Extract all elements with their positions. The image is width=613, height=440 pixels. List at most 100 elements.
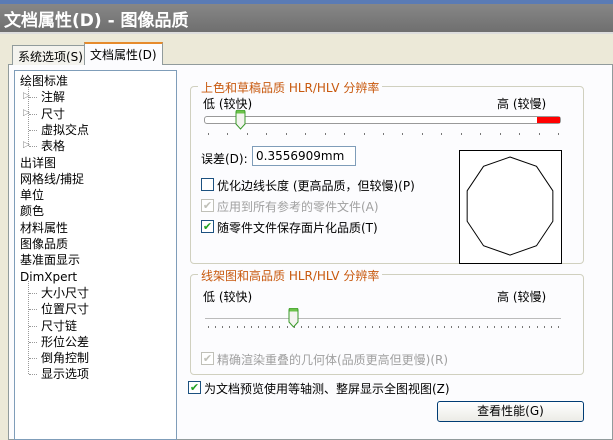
tick-mark — [227, 133, 229, 135]
tick-mark — [343, 326, 345, 328]
tick-mark — [372, 326, 374, 328]
tree-item[interactable]: 尺寸链 — [39, 318, 79, 334]
wireframe-slider[interactable] — [205, 318, 561, 319]
tick-mark — [538, 133, 540, 135]
tick-mark — [436, 326, 438, 328]
tessellation-preview — [459, 150, 562, 264]
preview-iso-checkbox[interactable]: ✔ — [188, 381, 201, 394]
tick-mark — [508, 326, 509, 328]
tree-item[interactable]: 位置尺寸 — [39, 301, 91, 317]
tree-connector — [29, 113, 37, 115]
tick-mark — [250, 326, 252, 328]
tick-mark — [422, 326, 424, 328]
tree-connector — [29, 325, 37, 327]
wireframe-low-label: 低 (较快) — [203, 290, 253, 304]
tick-mark — [499, 133, 501, 135]
tree-item[interactable]: 虚拟交点 — [39, 122, 91, 138]
tree-connector — [29, 146, 37, 148]
tick-mark — [429, 326, 431, 328]
tick-mark — [285, 133, 287, 135]
apply-all-checkbox[interactable]: ✔ — [201, 199, 214, 212]
tick-mark — [265, 326, 267, 328]
tree-item[interactable]: 材料属性 — [18, 220, 70, 236]
optimize-label: 优化边线长度 (更高品质，但较慢)(P) — [217, 179, 415, 193]
tick-mark — [522, 326, 524, 328]
tab-document-properties[interactable]: 文档属性(D) — [84, 42, 163, 65]
tick-mark — [215, 326, 217, 328]
tick-mark — [279, 326, 281, 328]
tick-mark — [393, 326, 395, 328]
tick-mark — [558, 326, 559, 328]
tick-mark — [308, 326, 309, 328]
save-tess-checkbox[interactable]: ✔ — [201, 220, 214, 233]
tick-mark — [379, 326, 381, 328]
tick-mark — [322, 326, 324, 328]
tree-item[interactable]: 尺寸 — [39, 106, 67, 122]
tick-mark — [300, 326, 302, 328]
wireframe-slider-thumb[interactable] — [288, 308, 299, 328]
apply-all-label: 应用到所有参考的零件文件(A) — [217, 200, 379, 214]
tab-system-options[interactable]: 系统选项(S) — [12, 45, 89, 65]
tick-mark — [465, 326, 467, 328]
tick-mark — [479, 326, 481, 328]
tree-item[interactable]: 注解 — [39, 89, 67, 105]
tree-item[interactable]: 大小尺寸 — [39, 285, 91, 301]
tick-mark — [441, 133, 443, 135]
tree-connector — [29, 309, 37, 311]
tree-connector — [29, 292, 37, 294]
tick-mark — [358, 326, 359, 328]
tree-connector — [29, 97, 37, 99]
tree-item[interactable]: 基准面显示 — [18, 252, 82, 268]
tree-item[interactable]: 倒角控制 — [39, 350, 91, 366]
tick-mark — [383, 133, 384, 135]
tick-mark — [208, 326, 209, 328]
tick-mark — [236, 326, 238, 328]
title-bar: 文档属性(D) - 图像品质 — [0, 0, 613, 34]
wireframe-high-label: 高 (较慢) — [497, 290, 547, 304]
wireframe-slider-ticks — [208, 326, 559, 329]
tick-mark — [222, 326, 224, 328]
tick-mark — [243, 326, 245, 328]
error-input[interactable]: 0.3556909mm — [252, 146, 356, 166]
tick-mark — [402, 133, 404, 135]
tick-mark — [529, 326, 531, 328]
tree-item[interactable]: 表格 — [39, 138, 67, 154]
tree-connector — [29, 374, 37, 376]
tree-item[interactable]: 网格线/捕捉 — [18, 171, 86, 187]
tree-item[interactable]: 图像品质 — [18, 236, 70, 252]
optimize-checkbox[interactable] — [201, 178, 214, 191]
preview-iso-label: 为文档预览使用等轴测、整屏显示全图视图(Z) — [204, 382, 450, 396]
tick-mark — [329, 326, 331, 328]
tree-connector — [28, 85, 29, 147]
tick-mark — [421, 133, 423, 135]
view-performance-button[interactable]: 查看性能(G) — [437, 401, 584, 422]
shaded-high-label: 高 (较慢) — [497, 97, 547, 111]
shaded-slider[interactable] — [204, 116, 561, 124]
tick-mark — [458, 326, 459, 328]
tree-item[interactable]: 显示选项 — [39, 366, 91, 382]
tree-item[interactable]: 单位 — [18, 187, 46, 203]
window-title: 文档属性(D) - 图像品质 — [4, 11, 189, 31]
tick-mark — [460, 133, 462, 135]
tree-connector — [28, 280, 29, 375]
shaded-slider-thumb[interactable] — [235, 110, 246, 130]
tick-mark — [515, 326, 517, 328]
shaded-slider-ticks — [208, 133, 559, 136]
tick-mark — [305, 133, 307, 135]
tick-mark — [472, 326, 474, 328]
tree-item[interactable]: 颜色 — [18, 203, 46, 219]
tree-item[interactable]: 形位公差 — [39, 334, 91, 350]
tree-item[interactable]: 出详图 — [18, 155, 58, 171]
tick-mark — [480, 133, 482, 135]
tree-connector — [29, 358, 37, 360]
tree-connector — [29, 341, 37, 343]
tick-mark — [258, 326, 259, 328]
tick-mark — [315, 326, 317, 328]
tree-item[interactable]: 绘图标准 — [18, 73, 70, 89]
tick-mark — [229, 326, 231, 328]
precise-render-checkbox[interactable]: ✔ — [201, 352, 214, 365]
tick-mark — [486, 326, 488, 328]
shaded-quality-title: 上色和草稿品质 HLR/HLV 分辨率 — [198, 79, 383, 96]
tick-mark — [363, 133, 365, 135]
tick-mark — [336, 326, 338, 328]
